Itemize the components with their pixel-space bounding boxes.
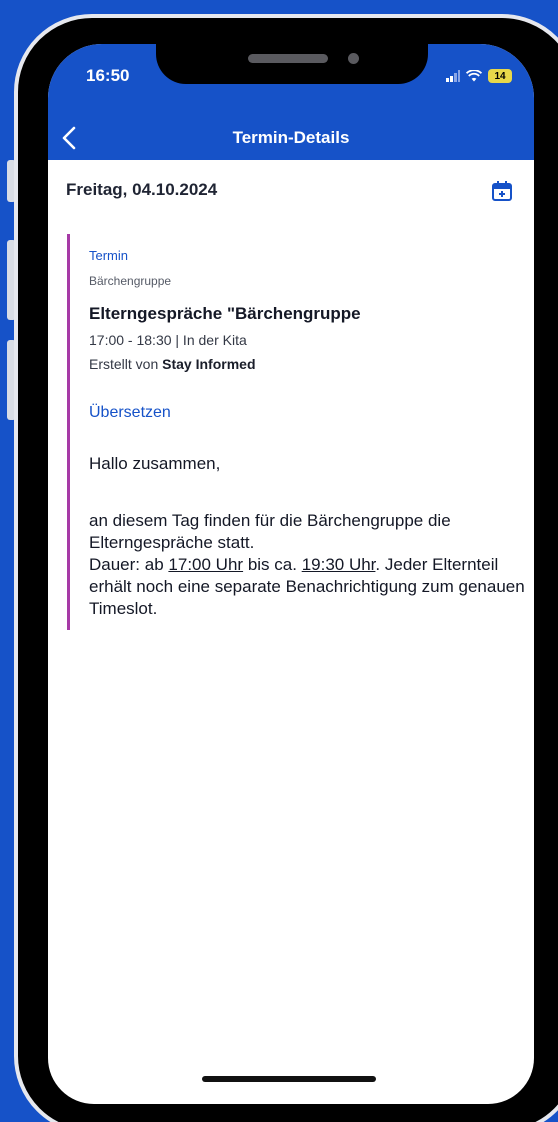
add-to-calendar-button[interactable] (491, 180, 513, 202)
event-title: Elterngespräche "Bärchengruppe (89, 304, 361, 323)
status-time: 16:50 (86, 66, 130, 85)
background: 16:50 14 Termin-Details Freitag, 04.10.2… (0, 0, 558, 1122)
page-title: Termin-Details (232, 128, 350, 147)
created-author: Stay Informed (162, 356, 256, 372)
speaker-grille (248, 54, 328, 63)
end-time-link[interactable]: 19:30 Uhr (302, 555, 376, 574)
event-created-by: Erstellt von Stay Informed (89, 356, 256, 372)
created-prefix: Erstellt von (89, 356, 159, 372)
event-card: Termin Bärchengruppe Elterngespräche "Bä… (67, 234, 527, 630)
body-line-1: an diesem Tag finden für die Bärchengrup… (89, 511, 451, 552)
start-time-link[interactable]: 17:00 Uhr (168, 555, 243, 574)
event-type: Termin (89, 248, 129, 263)
calendar-add-icon (492, 181, 512, 201)
event-greeting: Hallo zusammen, (89, 454, 221, 473)
event-group: Bärchengruppe (89, 274, 172, 288)
battery-icon: 14 (488, 69, 512, 83)
status-icons: 14 (446, 69, 512, 83)
body-dauer: Dauer: ab (89, 555, 164, 574)
front-camera (348, 53, 359, 64)
phone-screen: 16:50 14 Termin-Details Freitag, 04.10.2… (48, 44, 534, 1104)
signal-icon (446, 70, 460, 82)
body-mid: bis ca. (247, 555, 297, 574)
nav-bar: Termin-Details (48, 116, 534, 160)
home-indicator (202, 1076, 376, 1082)
date-header: Freitag, 04.10.2024 (66, 180, 218, 199)
translate-link[interactable]: Übersetzen (89, 404, 171, 422)
wifi-icon (466, 70, 482, 82)
event-description: an diesem Tag finden für die Bärchengrup… (89, 510, 529, 620)
event-time-location: 17:00 - 18:30 | In der Kita (89, 332, 247, 348)
